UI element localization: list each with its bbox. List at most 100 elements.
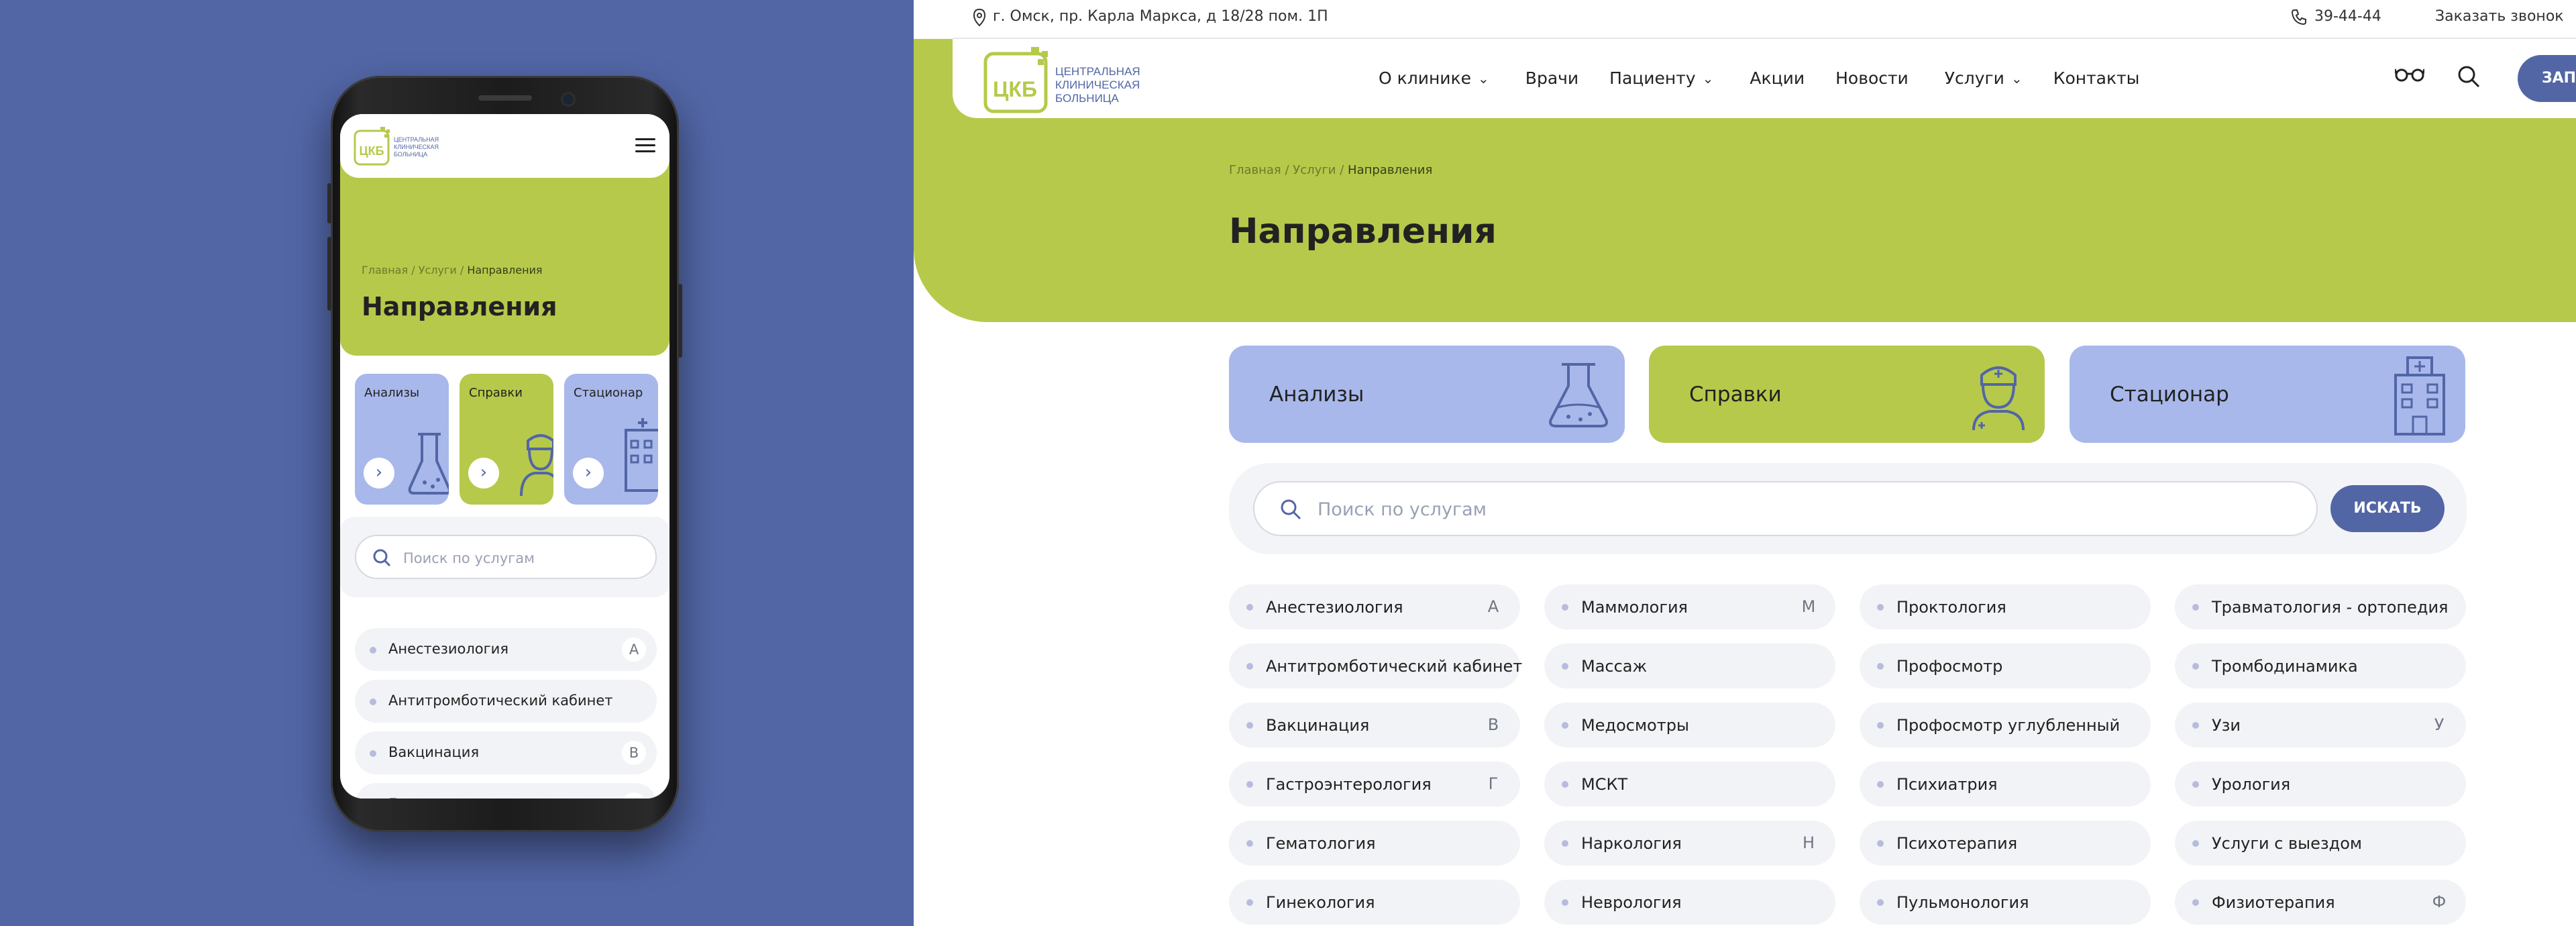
phone-speaker <box>478 95 532 101</box>
appointment-button[interactable]: ЗАП <box>2518 55 2576 102</box>
search-icon[interactable] <box>2457 64 2481 89</box>
nav-item[interactable]: Врачи <box>1525 68 1578 88</box>
service-item[interactable]: Гематология <box>1229 821 1520 866</box>
service-item[interactable]: Урология <box>2175 762 2466 807</box>
flask-icon <box>408 433 449 495</box>
bullet-dot-icon <box>2192 663 2199 670</box>
mobile-logo-abbr: ЦКБ <box>359 144 384 158</box>
hospital-icon <box>2394 356 2445 435</box>
mobile-search-input[interactable]: Поиск по услугам <box>355 535 657 579</box>
service-item[interactable]: Антитромботический кабинет <box>1229 644 1522 688</box>
service-name: Анестезиология <box>388 641 508 657</box>
bullet-dot-icon <box>1877 840 1884 847</box>
nav-item[interactable]: Акции <box>1750 68 1805 88</box>
alphabet-letter: Г <box>622 792 646 799</box>
service-item[interactable]: Тромбодинамика <box>2175 644 2466 688</box>
category-card-certificates[interactable]: Справки <box>1649 346 2045 443</box>
service-name: Проктология <box>1896 598 2006 617</box>
category-card-analyses[interactable]: Анализы <box>1229 346 1625 443</box>
mobile-card-certificates[interactable]: Справки › <box>460 374 553 505</box>
search-input[interactable]: Поиск по услугам <box>1253 481 2318 536</box>
chevron-right-icon[interactable]: › <box>468 458 499 488</box>
chevron-down-icon: ⌄ <box>1702 70 1714 87</box>
bullet-dot-icon <box>1562 663 1568 670</box>
nav-item-label: Новости <box>1835 68 1909 88</box>
service-item[interactable]: Психиатрия <box>1860 762 2151 807</box>
mobile-card-analyses[interactable]: Анализы › <box>355 374 449 505</box>
service-item[interactable]: Узи У <box>2175 703 2466 748</box>
service-item[interactable]: Анестезиология А <box>1229 584 1520 629</box>
service-name: Гастроэнтерология <box>388 796 533 799</box>
breadcrumb-services[interactable]: Услуги <box>1293 163 1336 177</box>
breadcrumb-services[interactable]: Услуги <box>419 264 457 276</box>
alphabet-letter: В <box>622 741 646 765</box>
nav-item[interactable]: Контакты <box>2053 68 2140 88</box>
phone-mockup: ЦКБ ЦЕНТРАЛЬНАЯ КЛИНИЧЕСКАЯ БОЛЬНИЦА Гла… <box>327 76 682 832</box>
chevron-right-icon[interactable]: › <box>364 458 394 488</box>
breadcrumb-home[interactable]: Главная <box>362 264 408 276</box>
service-item[interactable]: Профосмотр углубленный <box>1860 703 2151 748</box>
callback-link[interactable]: Заказать звонок <box>2435 8 2564 25</box>
service-name: Пульмонология <box>1896 893 2029 912</box>
service-name: Профосмотр углубленный <box>1896 716 2121 735</box>
breadcrumb-current: Направления <box>467 264 543 276</box>
flask-icon <box>1549 363 1608 427</box>
alphabet-letter: В <box>1487 715 1499 734</box>
service-item[interactable]: Травматология - ортопедия <box>2175 584 2466 629</box>
nav-item-label: О клинике <box>1379 68 1472 88</box>
mobile-service-item[interactable]: Антитромботический кабинет <box>355 680 657 723</box>
service-item[interactable]: Неврология <box>1544 880 1835 925</box>
site-logo[interactable]: ЦКБ ЦЕНТРАЛЬНАЯ КЛИНИЧЕСКАЯ БОЛЬНИЦА <box>983 44 1150 117</box>
nav-item[interactable]: Пациенту ⌄ <box>1609 68 1713 88</box>
mobile-service-item[interactable]: Гастроэнтерология Г <box>355 783 657 799</box>
mobile-logo[interactable]: ЦКБ ЦЕНТРАЛЬНАЯ КЛИНИЧЕСКАЯ БОЛЬНИЦА <box>354 125 454 168</box>
glasses-icon[interactable] <box>2395 67 2424 82</box>
service-item[interactable]: Наркология Н <box>1544 821 1835 866</box>
mobile-service-item[interactable]: Анестезиология А <box>355 628 657 671</box>
mobile-card-hospital[interactable]: Стационар › <box>564 374 658 505</box>
phone-camera <box>563 94 574 105</box>
service-item[interactable]: Гинекология <box>1229 880 1520 925</box>
service-item[interactable]: Услуги с выездом <box>2175 821 2466 866</box>
location-pin-icon <box>973 8 986 27</box>
svg-text:БОЛЬНИЦА: БОЛЬНИЦА <box>1055 92 1119 105</box>
bullet-dot-icon <box>2192 840 2199 847</box>
alphabet-letter: Н <box>1802 833 1815 852</box>
service-item[interactable]: Маммология М <box>1544 584 1835 629</box>
service-item[interactable]: Физиотерапия Ф <box>2175 880 2466 925</box>
service-item[interactable]: Пульмонология <box>1860 880 2151 925</box>
service-name: Вакцинация <box>1266 716 1370 735</box>
breadcrumb-home[interactable]: Главная <box>1229 163 1281 177</box>
service-item[interactable]: Психотерапия <box>1860 821 2151 866</box>
bullet-dot-icon <box>1246 722 1253 729</box>
service-item[interactable]: Проктология <box>1860 584 2151 629</box>
category-card-hospital[interactable]: Стационар <box>2070 346 2465 443</box>
hamburger-menu-icon[interactable] <box>635 138 655 153</box>
mobile-service-item[interactable]: Вакцинация В <box>355 731 657 774</box>
service-item[interactable]: Профосмотр <box>1860 644 2151 688</box>
nav-item[interactable]: О клинике ⌄ <box>1379 68 1489 88</box>
chevron-right-icon[interactable]: › <box>573 458 604 488</box>
bullet-dot-icon <box>2192 781 2199 788</box>
svg-text:ЦЕНТРАЛЬНАЯ: ЦЕНТРАЛЬНАЯ <box>1055 65 1140 78</box>
service-name: МСКТ <box>1581 775 1628 794</box>
service-item[interactable]: МСКТ <box>1544 762 1835 807</box>
nav-item[interactable]: Новости <box>1835 68 1909 88</box>
address-text: г. Омск, пр. Карла Маркса, д 18/28 пом. … <box>993 8 1328 25</box>
phone-number[interactable]: 39-44-44 <box>2314 8 2381 25</box>
alphabet-letter: У <box>2434 715 2445 734</box>
alphabet-letter: М <box>1801 597 1816 616</box>
bullet-dot-icon <box>370 699 376 705</box>
service-item[interactable]: Массаж <box>1544 644 1835 688</box>
service-item[interactable]: Вакцинация В <box>1229 703 1520 748</box>
svg-text:КЛИНИЧЕСКАЯ: КЛИНИЧЕСКАЯ <box>394 144 439 150</box>
chevron-down-icon: ⌄ <box>2010 70 2023 87</box>
service-item[interactable]: Медосмотры <box>1544 703 1835 748</box>
search-button[interactable]: ИСКАТЬ <box>2330 485 2445 532</box>
nav-item[interactable]: Услуги ⌄ <box>1945 68 2023 88</box>
service-item[interactable]: Гастроэнтерология Г <box>1229 762 1520 807</box>
bullet-dot-icon <box>2192 604 2199 611</box>
bullet-dot-icon <box>1877 663 1884 670</box>
main-navbar: ЦКБ ЦЕНТРАЛЬНАЯ КЛИНИЧЕСКАЯ БОЛЬНИЦА О к… <box>953 39 2576 118</box>
bullet-dot-icon <box>1246 663 1253 670</box>
